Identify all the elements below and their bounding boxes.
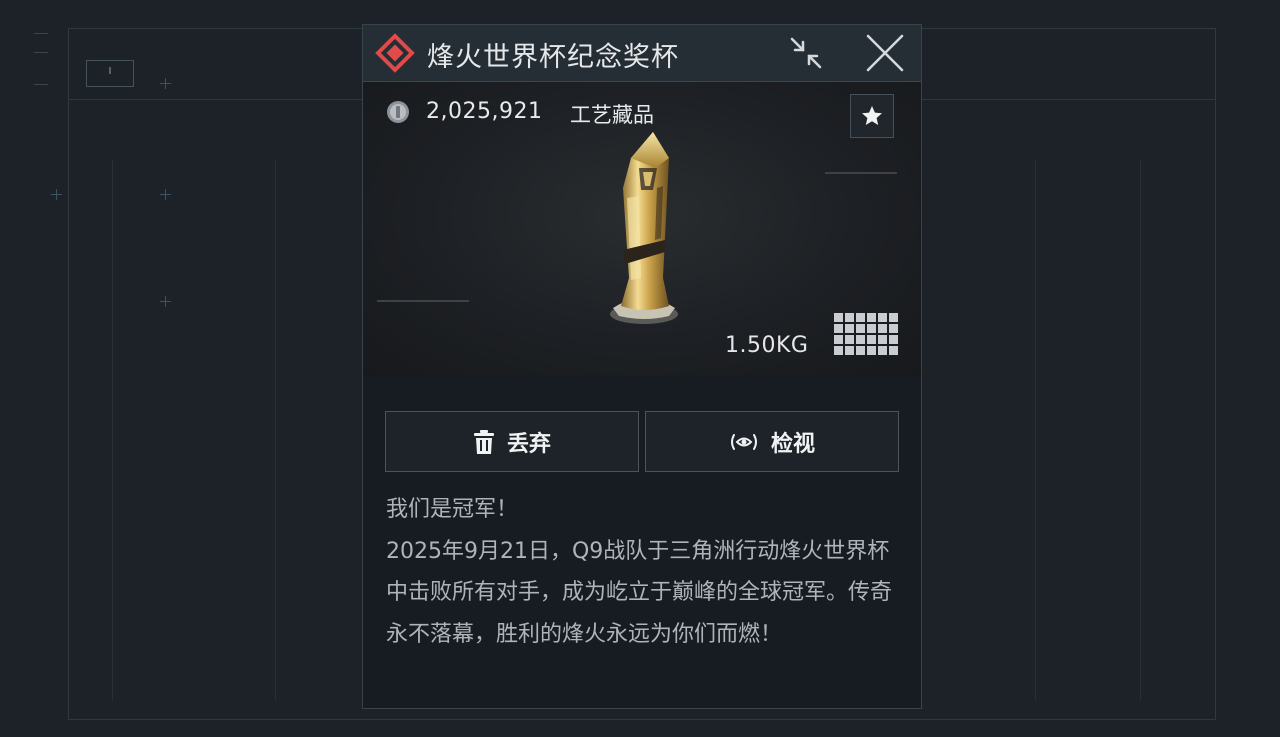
background-tick (34, 52, 48, 53)
size-grid-cell (867, 324, 876, 333)
item-category: 工艺藏品 (570, 103, 654, 127)
close-button[interactable] (866, 34, 904, 72)
size-grid-cell (878, 324, 887, 333)
size-grid-cell (856, 346, 865, 355)
item-weight: 1.50KG (725, 333, 809, 358)
size-grid-cell (889, 346, 898, 355)
crosshair-marker-icon (160, 189, 171, 200)
close-icon (866, 34, 904, 72)
rarity-diamond-icon (375, 33, 415, 73)
size-grid-cell (889, 313, 898, 322)
coin-icon (387, 101, 409, 123)
size-grid-cell (845, 313, 854, 322)
size-grid-cell (845, 324, 854, 333)
size-grid-cell (867, 313, 876, 322)
size-grid-cell (834, 313, 843, 322)
decorative-line (377, 300, 469, 302)
item-detail-panel: 烽火世界杯纪念奖杯 2,025,921 工艺藏品 1.50KG 丢弃 检视 我们… (362, 24, 922, 709)
crosshair-marker-icon (160, 78, 171, 89)
background-slot-box (86, 60, 134, 87)
background-grid-line (1140, 160, 1141, 700)
inspect-eye-icon (730, 433, 757, 450)
size-grid-cell (856, 335, 865, 344)
discard-button[interactable]: 丢弃 (385, 411, 639, 472)
favorite-button[interactable] (850, 94, 894, 138)
size-grid-cell (845, 346, 854, 355)
trash-icon (473, 429, 494, 454)
size-grid-cell (834, 335, 843, 344)
item-title: 烽火世界杯纪念奖杯 (427, 42, 679, 73)
size-grid-cell (834, 346, 843, 355)
inspect-button[interactable]: 检视 (645, 411, 899, 472)
collapse-button[interactable] (787, 35, 825, 71)
crosshair-marker-icon (51, 189, 62, 200)
item-description: 我们是冠军！ 2025年9月21日，Q9战队于三角洲行动烽火世界杯中击败所有对手… (386, 489, 906, 655)
item-showcase: 2,025,921 工艺藏品 1.50KG (363, 82, 921, 376)
size-grid-cell (834, 324, 843, 333)
item-price: 2,025,921 (426, 99, 543, 124)
size-grid-cell (856, 324, 865, 333)
crosshair-marker-icon (160, 296, 171, 307)
size-grid-cell (878, 313, 887, 322)
background-grid-line (112, 160, 113, 700)
size-grid-cell (867, 346, 876, 355)
description-line-1: 我们是冠军！ (386, 497, 519, 522)
size-grid-cell (867, 335, 876, 344)
collapse-icon (790, 37, 822, 69)
item-size-grid (834, 313, 900, 357)
star-icon (862, 106, 882, 125)
discard-label: 丢弃 (506, 431, 551, 457)
size-grid-cell (856, 313, 865, 322)
background-tick (34, 84, 48, 85)
size-grid-cell (845, 335, 854, 344)
action-bar: 丢弃 检视 (385, 411, 899, 472)
background-grid-line (1035, 160, 1036, 700)
inspect-label: 检视 (770, 431, 815, 457)
trophy-image (610, 132, 678, 324)
description-body: 2025年9月21日，Q9战队于三角洲行动烽火世界杯中击败所有对手，成为屹立于巅… (386, 538, 893, 647)
size-grid-cell (878, 335, 887, 344)
size-grid-cell (889, 324, 898, 333)
decorative-line (825, 172, 897, 174)
panel-header: 烽火世界杯纪念奖杯 (363, 25, 921, 82)
size-grid-cell (889, 335, 898, 344)
size-grid-cell (878, 346, 887, 355)
background-tick (34, 33, 48, 34)
background-grid-line (275, 160, 276, 700)
